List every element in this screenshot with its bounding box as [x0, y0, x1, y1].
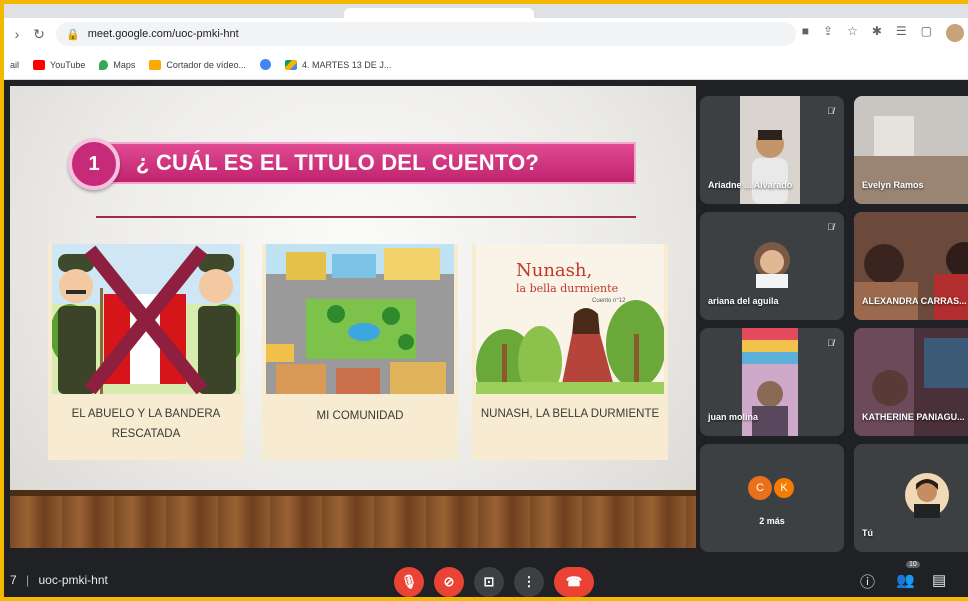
more-options-button[interactable]: ⋮ — [514, 567, 544, 597]
more-vert-icon: ⋮ — [522, 574, 536, 589]
presentation-slide: ¿ CUÁL ES EL TITULO DEL CUENTO? 1 EL ABU… — [10, 86, 696, 548]
story-label-nunash: NUNASH, LA BELLA DURMIENTE — [480, 408, 660, 420]
drive-icon — [284, 59, 297, 70]
phone-hangup-icon: ☎ — [565, 574, 583, 589]
meet-stage: ¿ CUÁL ES EL TITULO DEL CUENTO? 1 EL ABU… — [4, 80, 968, 555]
people-button[interactable]: 👥 — [896, 571, 915, 589]
bookmark-gmail[interactable]: ail — [10, 60, 19, 70]
bookmark-maps[interactable]: Maps — [99, 59, 135, 70]
wooden-floor — [10, 490, 696, 548]
participant-name: ariana del aguila — [708, 296, 779, 306]
story-label-abuelo: EL ABUELO Y LA BANDERA RESCATADA — [71, 408, 221, 440]
extensions-icon[interactable]: ✱ — [872, 24, 882, 42]
book-title: Nunash, — [516, 260, 593, 281]
meet-control-bar: 7 | uoc-pmki-hnt 🎙 ⊘ ⊡ ⋮ ☎ ⓘ 👥 10 ▤ — [4, 555, 968, 597]
people-icon: 👥 — [896, 572, 915, 589]
active-browser-tab[interactable] — [344, 8, 534, 18]
profile-avatar[interactable] — [946, 24, 964, 42]
participant-name: juan molina — [708, 412, 759, 422]
divider-line — [96, 216, 636, 218]
video-cutter-icon — [149, 59, 162, 70]
story-card-nunash: Nunash, la bella durmiente Cuento n°12 N… — [472, 244, 668, 460]
mic-off-icon: 🎙 — [400, 574, 418, 589]
maps-icon — [99, 59, 109, 70]
participant-tile-ariadne[interactable]: 🎙̸ Ariadne ... Alvarado — [700, 96, 844, 204]
participant-tile-juan[interactable]: 🎙̸ juan molina — [700, 328, 844, 436]
meeting-time: 7 — [10, 573, 17, 587]
camera-in-use-icon[interactable]: ■ — [802, 24, 809, 42]
bookmark-chrome[interactable] — [259, 59, 271, 70]
participant-tile-self[interactable]: Tú — [854, 444, 968, 552]
camera-off-icon: ⊘ — [443, 574, 455, 589]
story-image-abuelo — [52, 244, 240, 394]
info-icon: ⓘ — [860, 574, 876, 591]
more-participants-label: 2 más — [759, 516, 785, 526]
browser-toolbar-icons: ■ ⇪ ☆ ✱ ☰ ▢ — [802, 24, 964, 42]
story-card-abuelo: EL ABUELO Y LA BANDERA RESCATADA — [48, 244, 244, 460]
chrome-icon — [259, 59, 271, 70]
camera-off-button[interactable]: ⊘ — [434, 567, 464, 597]
participant-tile-ariana[interactable]: 🎙̸ ariana del aguila — [700, 212, 844, 320]
participant-name: Tú — [862, 528, 873, 538]
url-text: meet.google.com/uoc-pmki-hnt — [87, 28, 239, 40]
bookmark-youtube[interactable]: YouTube — [33, 59, 85, 70]
reload-icon[interactable]: ↻ — [30, 25, 48, 43]
story-card-comunidad: MI COMUNIDAD — [262, 244, 458, 460]
bookmark-drive[interactable]: 4. MARTES 13 DE J... — [284, 59, 391, 70]
mic-muted-icon: 🎙̸ — [827, 222, 834, 232]
mic-muted-icon: 🎙̸ — [827, 106, 834, 116]
meeting-info: 7 | uoc-pmki-hnt — [10, 573, 108, 587]
omnibox[interactable]: 🔒 meet.google.com/uoc-pmki-hnt — [56, 22, 796, 46]
lock-icon: 🔒 — [66, 28, 80, 41]
meeting-code: uoc-pmki-hnt — [38, 573, 108, 587]
present-icon: ⊡ — [483, 574, 495, 589]
participant-tile-alexandra[interactable]: ALEXANDRA CARRAS... — [854, 212, 968, 320]
bookmarks-bar: ail YouTube Maps Cortador de vídeo... 4.… — [4, 50, 968, 80]
participant-tile-evelyn[interactable]: Evelyn Ramos — [854, 96, 968, 204]
present-button[interactable]: ⊡ — [474, 567, 504, 597]
story-label-comunidad: MI COMUNIDAD — [316, 410, 404, 422]
address-bar-row: › ↻ 🔒 meet.google.com/uoc-pmki-hnt ■ ⇪ ☆… — [4, 18, 968, 50]
browser-tab-strip — [4, 4, 968, 18]
screenshot-frame: › ↻ 🔒 meet.google.com/uoc-pmki-hnt ■ ⇪ ☆… — [0, 0, 968, 601]
bookmark-star-icon[interactable]: ☆ — [847, 24, 858, 42]
avatar-initial: K — [772, 476, 796, 500]
forward-icon[interactable]: › — [8, 25, 26, 43]
participant-name: ALEXANDRA CARRAS... — [862, 296, 967, 306]
hang-up-button[interactable]: ☎ — [554, 567, 594, 597]
mic-muted-icon: 🎙̸ — [827, 338, 834, 348]
question-text: ¿ CUÁL ES EL TITULO DEL CUENTO? — [136, 150, 540, 175]
participant-name: Ariadne ... Alvarado — [708, 180, 793, 190]
question-banner: ¿ CUÁL ES EL TITULO DEL CUENTO? — [106, 142, 636, 184]
avatar-initial: C — [748, 476, 772, 500]
separator: | — [26, 573, 30, 587]
book-subtitle: la bella durmiente — [516, 282, 619, 295]
chat-button[interactable]: ▤ — [932, 571, 946, 589]
mic-off-button[interactable]: 🎙 — [394, 567, 424, 597]
bookmark-video-cutter[interactable]: Cortador de vídeo... — [149, 59, 246, 70]
side-panel-icon[interactable]: ▢ — [921, 24, 932, 42]
people-count-badge: 10 — [906, 561, 920, 568]
participant-name: KATHERINE PANIAGU... — [862, 412, 965, 422]
participant-tile-more[interactable]: C K 2 más — [700, 444, 844, 552]
reading-list-icon[interactable]: ☰ — [896, 24, 907, 42]
share-icon[interactable]: ⇪ — [823, 24, 833, 42]
meeting-details-button[interactable]: ⓘ — [860, 571, 875, 592]
participant-tile-katherine[interactable]: KATHERINE PANIAGU... — [854, 328, 968, 436]
participant-name: Evelyn Ramos — [862, 180, 924, 190]
book-note: Cuento n°12 — [592, 298, 626, 304]
story-image-nunash: Nunash, la bella durmiente Cuento n°12 — [476, 244, 664, 394]
chat-icon: ▤ — [932, 572, 947, 589]
question-number-badge: 1 — [68, 138, 120, 190]
story-image-comunidad — [266, 244, 454, 394]
youtube-icon — [33, 59, 46, 70]
